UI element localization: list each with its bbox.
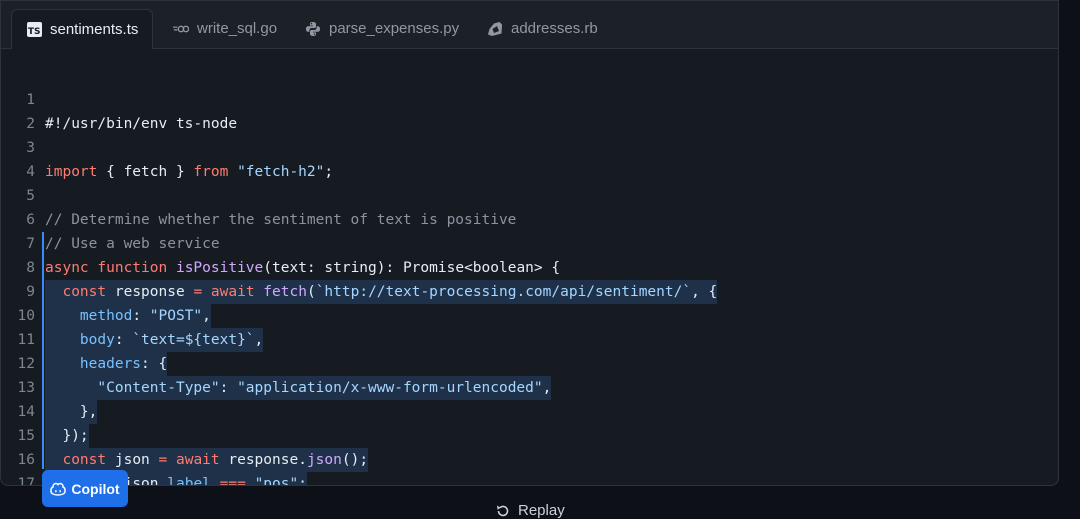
code-line: 12 "Content-Type": "application/x-www-fo…	[1, 328, 1001, 400]
code-line: 9 method: "POST",	[1, 256, 1001, 328]
replay-label: Replay	[518, 502, 565, 519]
typescript-icon: TS	[26, 22, 42, 38]
copilot-icon	[50, 482, 67, 496]
code-line: 11 headers: {	[1, 304, 1001, 376]
code-line: 2	[1, 88, 1001, 132]
replay-icon	[495, 503, 511, 519]
tab-bar: TS sentiments.ts write_sql.go parse_expe…	[1, 1, 1058, 49]
ruby-icon	[487, 21, 503, 37]
tab-label: parse_expenses.py	[329, 20, 460, 37]
code-line: 5 // Determine whether the sentiment of …	[1, 160, 1001, 228]
tab-sentiments-ts[interactable]: TS sentiments.ts	[11, 9, 154, 49]
tab-label: addresses.rb	[511, 20, 598, 37]
code-line: 15 const json = await response.json();	[1, 400, 1001, 472]
code-line: 7 async function isPositive(text: string…	[1, 208, 1001, 276]
go-icon	[173, 21, 189, 37]
tab-write-sql-go[interactable]: write_sql.go	[159, 9, 291, 48]
code-line: 13 },	[1, 352, 1001, 424]
code-line: 3 import { fetch } from "fetch-h2";	[1, 112, 1001, 180]
code-line: 14 });	[1, 376, 1001, 448]
copilot-label: Copilot	[71, 480, 120, 497]
tab-addresses-rb[interactable]: addresses.rb	[473, 9, 612, 48]
code-line: 1 #!/usr/bin/env ts-node	[1, 64, 1001, 132]
python-icon	[305, 21, 321, 37]
code-line: 16 return json.label === "pos";	[1, 424, 1001, 485]
copilot-button[interactable]: Copilot	[42, 470, 128, 507]
tab-label: sentiments.ts	[50, 21, 139, 38]
replay-button[interactable]: Replay	[495, 502, 565, 519]
code-editor: TS sentiments.ts write_sql.go parse_expe…	[0, 0, 1059, 486]
code-line: 6 // Use a web service	[1, 184, 1001, 252]
code-line: 8 const response = await fetch(`http://t…	[1, 232, 1001, 304]
line-number: 17	[17, 476, 35, 486]
code-line: 4	[1, 136, 1001, 180]
tab-parse-expenses-py[interactable]: parse_expenses.py	[291, 9, 473, 48]
code-line: 10 body: `text=${text}`,	[1, 280, 1001, 352]
tab-label: write_sql.go	[197, 20, 278, 37]
code-line: 17 }	[1, 448, 1001, 485]
